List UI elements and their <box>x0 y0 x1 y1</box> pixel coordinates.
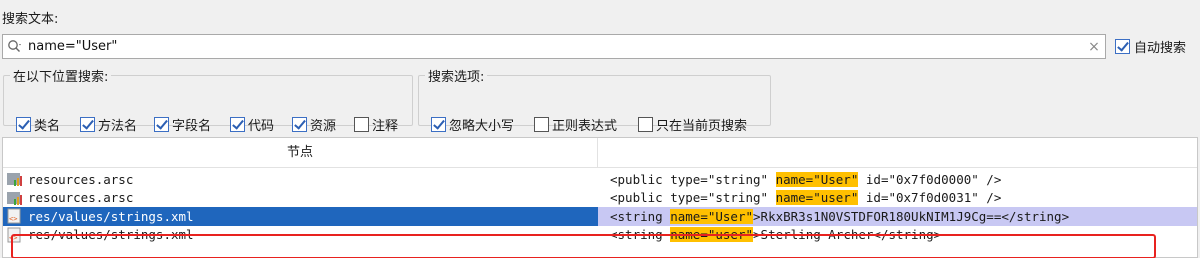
search-location-group: 在以下位置搜索: 类名 方法名 字段名 代码 资源 注释 <box>3 66 413 134</box>
svg-text:<>: <> <box>9 215 17 223</box>
option-class-name[interactable]: 类名 <box>16 115 60 134</box>
column-header-code[interactable] <box>598 138 1197 167</box>
match-highlight: name="User" <box>775 171 859 187</box>
table-row-selected[interactable]: <> res/values/strings.xml <string name="… <box>3 207 1197 226</box>
checkbox[interactable] <box>534 117 549 132</box>
checkbox[interactable] <box>154 117 169 132</box>
results-table: 节点 resources.arsc <public type="string" … <box>2 137 1198 258</box>
option-label: 忽略大小写 <box>449 119 515 134</box>
search-input[interactable] <box>26 36 1083 57</box>
search-text-label: 搜索文本: <box>2 12 59 27</box>
row-code[interactable]: <public type="string" name="user" id="0x… <box>598 189 1197 208</box>
option-regex[interactable]: 正则表达式 <box>534 115 617 134</box>
row-code[interactable]: <string name="User" >RkxBR3s1N0VSTDFOR180… <box>598 207 1197 226</box>
xml-file-icon: <> <box>6 207 24 225</box>
code-text: <public type="string" <box>610 171 776 187</box>
code-text: >Sterling Archer</string> <box>753 227 942 243</box>
checkbox[interactable] <box>638 117 653 132</box>
search-options-group: 搜索选项: 忽略大小写 正则表达式 只在当前页搜索 <box>418 66 771 134</box>
table-header: 节点 <box>3 138 1197 168</box>
auto-search-checkbox[interactable] <box>1115 39 1130 54</box>
auto-search-label: 自动搜索 <box>1134 41 1187 56</box>
option-label: 注释 <box>372 119 399 134</box>
option-method-name[interactable]: 方法名 <box>80 115 137 134</box>
file-name: res/values/strings.xml <box>28 227 194 243</box>
match-highlight: name="user" <box>670 227 754 243</box>
search-options-title: 搜索选项: <box>428 70 485 85</box>
option-ignore-case[interactable]: 忽略大小写 <box>431 115 514 134</box>
option-label: 字段名 <box>172 119 212 134</box>
auto-search-toggle[interactable]: 自动搜索 <box>1115 37 1186 56</box>
option-label: 方法名 <box>98 119 138 134</box>
code-text: <public type="string" <box>610 190 776 206</box>
option-comment[interactable]: 注释 <box>354 115 398 134</box>
row-node[interactable]: resources.arsc <box>3 189 598 208</box>
code-text: <string <box>610 227 671 243</box>
option-label: 类名 <box>34 119 61 134</box>
checkbox[interactable] <box>354 117 369 132</box>
code-text: id="0x7f0d0031" /> <box>858 190 1002 206</box>
svg-text:<>: <> <box>9 234 17 242</box>
option-label: 只在当前页搜索 <box>656 119 748 134</box>
option-code[interactable]: 代码 <box>230 115 274 134</box>
checkbox[interactable] <box>431 117 446 132</box>
table-row[interactable]: resources.arsc <public type="string" nam… <box>3 170 1197 189</box>
code-text: >RkxBR3s1N0VSTDFOR180UkNIM1J9Cg==</strin… <box>753 208 1070 224</box>
row-node[interactable]: <> res/values/strings.xml <box>3 207 598 226</box>
column-header-node[interactable]: 节点 <box>3 138 598 167</box>
checkbox[interactable] <box>292 117 307 132</box>
row-code[interactable]: <public type="string" name="User" id="0x… <box>598 170 1197 189</box>
row-code[interactable]: <string name="user" >Sterling Archer</str… <box>598 226 1197 245</box>
checkbox[interactable] <box>230 117 245 132</box>
option-label: 资源 <box>310 119 337 134</box>
checkbox[interactable] <box>80 117 95 132</box>
table-row[interactable]: <> res/values/strings.xml <string name="… <box>3 226 1197 245</box>
option-resource[interactable]: 资源 <box>292 115 336 134</box>
option-field-name[interactable]: 字段名 <box>154 115 211 134</box>
option-label: 代码 <box>248 119 275 134</box>
match-highlight: name="user" <box>775 190 859 206</box>
clear-icon[interactable]: × <box>1083 39 1105 55</box>
file-name: res/values/strings.xml <box>28 208 194 224</box>
search-location-title: 在以下位置搜索: <box>13 70 109 85</box>
file-name: resources.arsc <box>28 190 134 206</box>
match-highlight: name="User" <box>670 208 754 224</box>
arsc-file-icon <box>6 170 24 188</box>
code-text: <string <box>610 208 671 224</box>
search-icon[interactable] <box>4 36 26 58</box>
row-node[interactable]: resources.arsc <box>3 170 598 189</box>
option-current-page[interactable]: 只在当前页搜索 <box>638 115 747 134</box>
row-node[interactable]: <> res/values/strings.xml <box>3 226 598 245</box>
arsc-file-icon <box>6 189 24 207</box>
file-name: resources.arsc <box>28 171 134 187</box>
result-rows: resources.arsc <public type="string" nam… <box>3 170 1197 258</box>
code-text: id="0x7f0d0000" /> <box>858 171 1002 187</box>
option-label: 正则表达式 <box>552 119 618 134</box>
checkbox[interactable] <box>16 117 31 132</box>
table-row[interactable]: resources.arsc <public type="string" nam… <box>3 189 1197 208</box>
search-box[interactable]: × <box>2 34 1106 59</box>
xml-file-icon: <> <box>6 226 24 244</box>
